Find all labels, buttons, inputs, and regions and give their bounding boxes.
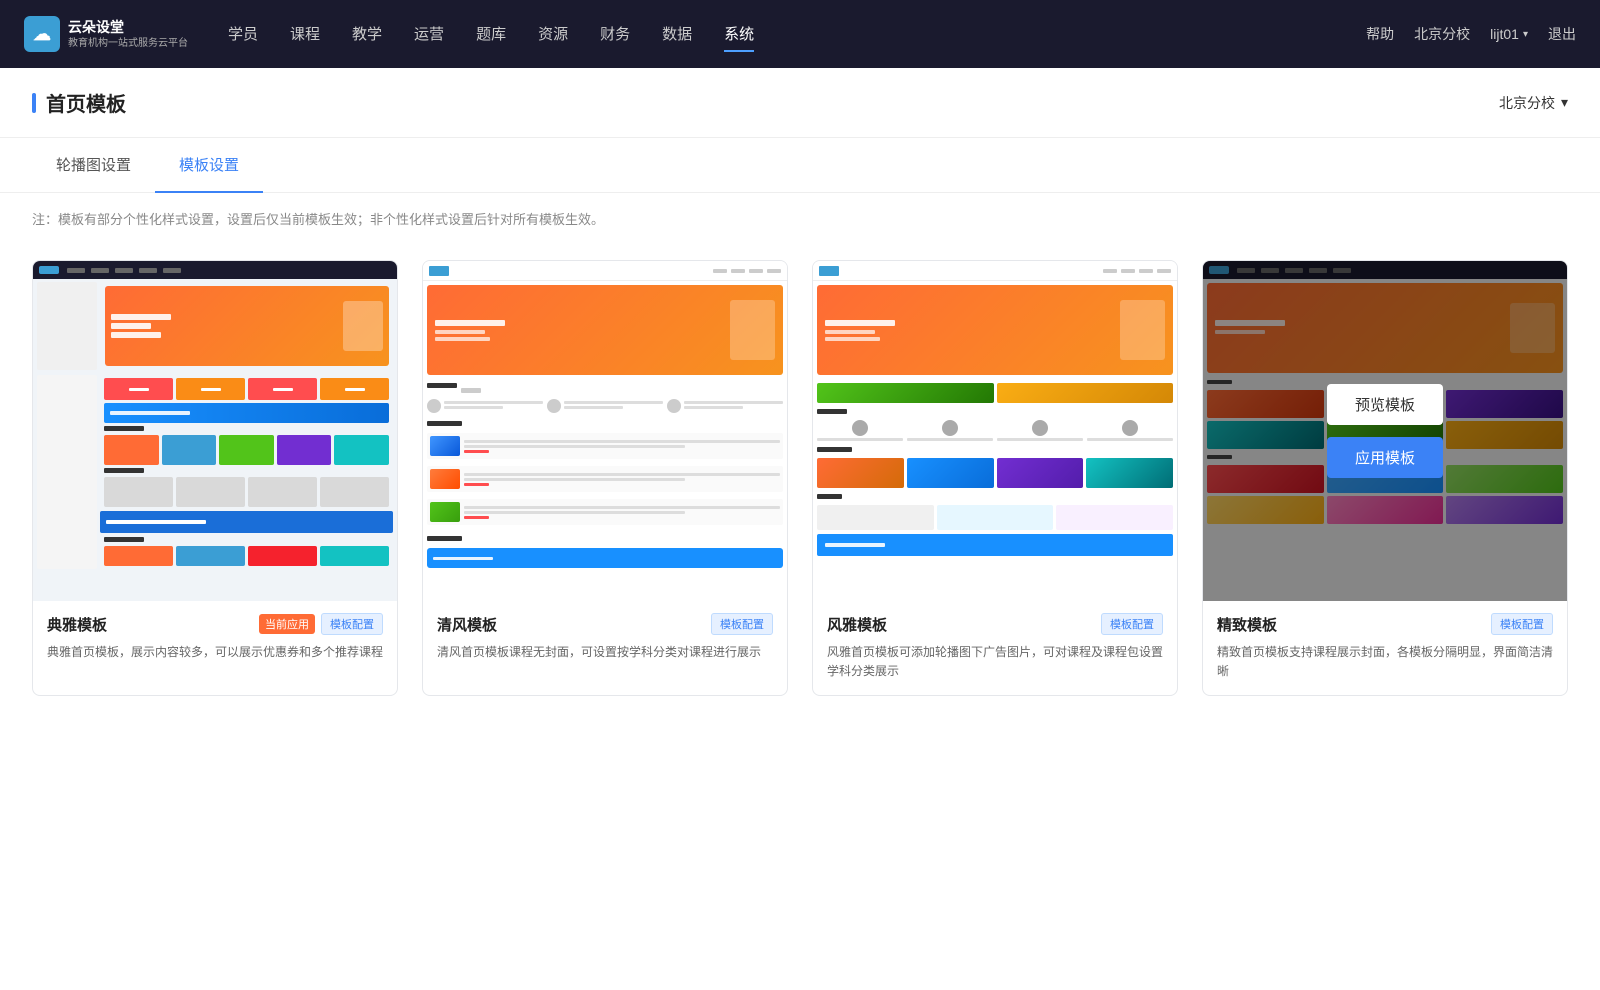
page-title-bar [32, 93, 36, 113]
template-desc-elegant: 典雅首页模板，展示内容较多，可以展示优惠券和多个推荐课程 [47, 643, 383, 662]
template-info-refined: 精致模板 模板配置 精致首页模板支持课程展示封面，各模板分隔明显，界面简洁清晰 [1203, 601, 1567, 695]
tab-carousel[interactable]: 轮播图设置 [32, 138, 155, 193]
template-name-clean: 清风模板 [437, 614, 497, 635]
navigation: ☁ 云朵设堂 教育机构一站式服务云平台 学员 课程 教学 运营 题库 资源 财务… [0, 0, 1600, 68]
template-preview-refined[interactable]: 预览模板 应用模板 [1203, 261, 1567, 601]
template-preview-clean-content [423, 261, 787, 601]
apply-template-button[interactable]: 应用模板 [1327, 437, 1443, 478]
template-name-row-elegant2: 风雅模板 模板配置 [827, 613, 1163, 635]
nav-help[interactable]: 帮助 [1366, 24, 1394, 44]
template-preview-elegant2[interactable] [813, 261, 1177, 601]
template-info-elegant2: 风雅模板 模板配置 风雅首页模板可添加轮播图下广告图片，可对课程及课程包设置学科… [813, 601, 1177, 695]
page-header: 首页模板 北京分校 ▾ [0, 68, 1600, 138]
nav-item-operations[interactable]: 运营 [414, 17, 444, 52]
badge-config-elegant[interactable]: 模板配置 [321, 613, 383, 635]
mini-nav-white2 [813, 261, 1177, 281]
branch-selector-label: 北京分校 [1499, 93, 1555, 113]
template-card-refined: 预览模板 应用模板 精致模板 模板配置 精致首页模板支持课程展示封面，各模板分隔… [1202, 260, 1568, 696]
branch-selector-caret-icon: ▾ [1561, 94, 1568, 111]
tab-template[interactable]: 模板设置 [155, 138, 263, 193]
template-name-elegant2: 风雅模板 [827, 614, 887, 635]
template-name-row-elegant: 典雅模板 当前应用 模板配置 [47, 613, 383, 635]
template-info-elegant: 典雅模板 当前应用 模板配置 典雅首页模板，展示内容较多，可以展示优惠券和多个推… [33, 601, 397, 676]
template-card-elegant2: 风雅模板 模板配置 风雅首页模板可添加轮播图下广告图片，可对课程及课程包设置学科… [812, 260, 1178, 696]
template-preview-clean[interactable] [423, 261, 787, 601]
page-title: 首页模板 [46, 88, 126, 117]
preview-template-button[interactable]: 预览模板 [1327, 384, 1443, 425]
nav-item-teaching[interactable]: 教学 [352, 17, 382, 52]
template-name-row-clean: 清风模板 模板配置 [437, 613, 773, 635]
nav-user[interactable]: lijt01 ▾ [1490, 26, 1528, 42]
nav-item-data[interactable]: 数据 [662, 17, 692, 52]
template-name-elegant: 典雅模板 [47, 614, 107, 635]
page-content: 首页模板 北京分校 ▾ 轮播图设置 模板设置 注：模板有部分个性化样式设置，设置… [0, 68, 1600, 990]
nav-item-resources[interactable]: 资源 [538, 17, 568, 52]
nav-right: 帮助 北京分校 lijt01 ▾ 退出 [1366, 24, 1576, 44]
template-desc-refined: 精致首页模板支持课程展示封面，各模板分隔明显，界面简洁清晰 [1217, 643, 1553, 681]
template-info-clean: 清风模板 模板配置 清风首页模板课程无封面，可设置按学科分类对课程进行展示 [423, 601, 787, 676]
template-preview-elegant[interactable] [33, 261, 397, 601]
page-title-wrap: 首页模板 [32, 88, 126, 117]
logo: ☁ 云朵设堂 教育机构一站式服务云平台 [24, 16, 188, 52]
nav-item-students[interactable]: 学员 [228, 17, 258, 52]
badge-config-refined[interactable]: 模板配置 [1491, 613, 1553, 635]
logo-sub-text: 教育机构一站式服务云平台 [68, 37, 188, 50]
badge-current-elegant: 当前应用 [259, 614, 315, 634]
logo-icon: ☁ [24, 16, 60, 52]
template-name-refined: 精致模板 [1217, 614, 1277, 635]
template-preview-elegant2-content [813, 261, 1177, 601]
nav-item-finance[interactable]: 财务 [600, 17, 630, 52]
note-text: 注：模板有部分个性化样式设置，设置后仅当前模板生效；非个性化样式设置后针对所有模… [0, 193, 1600, 244]
tabs-container: 轮播图设置 模板设置 [0, 138, 1600, 193]
branch-selector[interactable]: 北京分校 ▾ [1499, 93, 1568, 113]
badge-config-clean[interactable]: 模板配置 [711, 613, 773, 635]
template-overlay-refined: 预览模板 应用模板 [1203, 261, 1567, 601]
template-desc-clean: 清风首页模板课程无封面，可设置按学科分类对课程进行展示 [437, 643, 773, 662]
template-name-row-refined: 精致模板 模板配置 [1217, 613, 1553, 635]
nav-item-courses[interactable]: 课程 [290, 17, 320, 52]
nav-item-system[interactable]: 系统 [724, 17, 754, 52]
template-card-elegant: 典雅模板 当前应用 模板配置 典雅首页模板，展示内容较多，可以展示优惠券和多个推… [32, 260, 398, 696]
template-card-clean: 清风模板 模板配置 清风首页模板课程无封面，可设置按学科分类对课程进行展示 [422, 260, 788, 696]
template-desc-elegant2: 风雅首页模板可添加轮播图下广告图片，可对课程及课程包设置学科分类展示 [827, 643, 1163, 681]
nav-logout[interactable]: 退出 [1548, 24, 1576, 44]
nav-branch[interactable]: 北京分校 [1414, 24, 1470, 44]
nav-item-questions[interactable]: 题库 [476, 17, 506, 52]
logo-main-text: 云朵设堂 [68, 18, 188, 36]
nav-menu: 学员 课程 教学 运营 题库 资源 财务 数据 系统 [228, 17, 1366, 52]
template-preview-elegant-content [33, 261, 397, 601]
mini-nav [33, 261, 397, 279]
user-caret-icon: ▾ [1523, 29, 1528, 40]
templates-grid: 典雅模板 当前应用 模板配置 典雅首页模板，展示内容较多，可以展示优惠券和多个推… [0, 244, 1600, 736]
mini-nav-white [423, 261, 787, 281]
badge-config-elegant2[interactable]: 模板配置 [1101, 613, 1163, 635]
